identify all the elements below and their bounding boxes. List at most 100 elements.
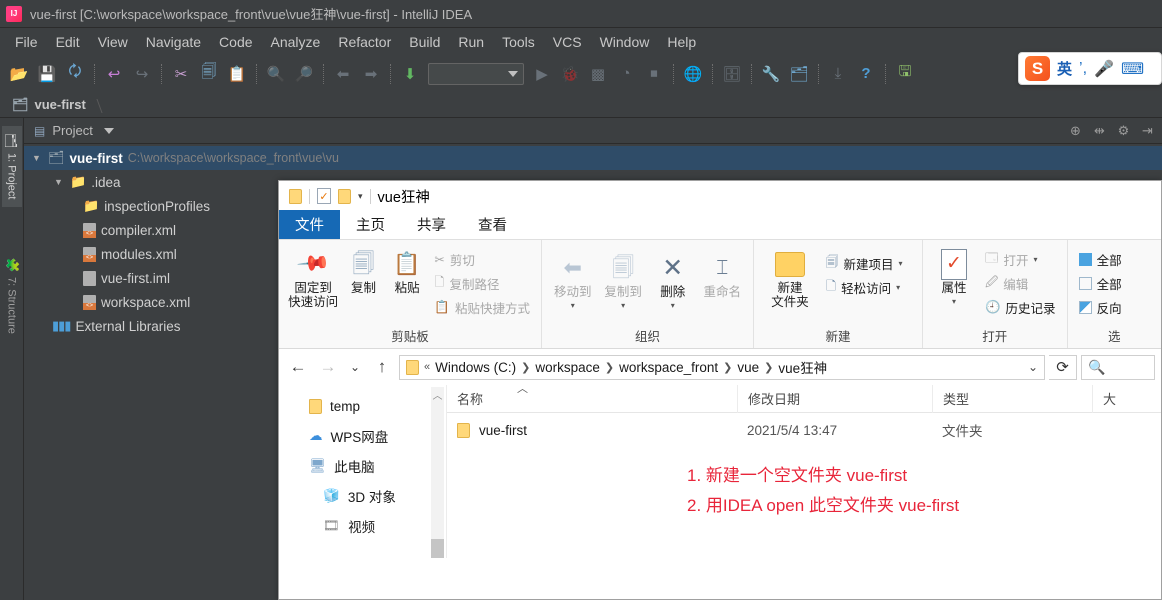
ime-mode-indicator[interactable]: 英 — [1057, 58, 1072, 79]
history-button[interactable]: 🕘 历史记录 — [981, 296, 1060, 318]
nav-item-3d-objects[interactable]: 🧊 3D 对象 — [279, 481, 446, 511]
breadcrumb-workspace[interactable]: workspace — [535, 360, 600, 375]
import-icon[interactable]: ⤓ — [825, 61, 851, 87]
stop-icon[interactable]: ⏹ — [641, 61, 667, 87]
delete-button[interactable]: ✕ 删除 ▾ — [650, 248, 696, 313]
chevron-right-icon[interactable]: ❯ — [764, 361, 773, 374]
menu-analyze[interactable]: Analyze — [262, 31, 330, 53]
menu-refactor[interactable]: Refactor — [329, 31, 400, 53]
cut-icon[interactable]: ✂ — [168, 61, 194, 87]
paste-icon[interactable]: 📋 — [224, 61, 250, 87]
customize-caret-icon[interactable]: ▾ — [358, 191, 363, 202]
recent-locations-chevron-down-icon[interactable]: ⌄ — [345, 354, 365, 380]
properties-button[interactable]: ✓ 属性 ▾ — [930, 244, 978, 309]
scrollbar-thumb[interactable] — [431, 539, 444, 558]
sidebar-item-project[interactable]: 🗂 1: Project — [2, 126, 22, 207]
tab-home[interactable]: 主页 — [340, 210, 401, 239]
back-arrow-icon[interactable]: ← — [285, 354, 311, 380]
menu-file[interactable]: File — [6, 31, 47, 53]
chevron-right-icon[interactable]: ❯ — [723, 361, 732, 374]
menu-run[interactable]: Run — [449, 31, 493, 53]
menu-help[interactable]: Help — [658, 31, 705, 53]
table-row[interactable]: vue-first 2021/5/4 13:47 文件夹 — [447, 413, 1161, 447]
new-folder-icon[interactable] — [338, 189, 351, 204]
folder-icon[interactable] — [289, 189, 302, 204]
column-header-type[interactable]: 类型 — [932, 385, 1092, 413]
column-header-modified[interactable]: 修改日期 — [737, 385, 932, 413]
comma-icon[interactable]: ’, — [1079, 60, 1087, 78]
menu-view[interactable]: View — [89, 31, 137, 53]
nav-item-videos[interactable]: 🎞 视频 — [279, 511, 446, 541]
column-header-name[interactable]: 名称 ︿ — [447, 385, 737, 413]
scroll-up-icon[interactable]: ︿ — [431, 387, 444, 402]
settings-icon[interactable]: 🔧 — [758, 61, 784, 87]
menu-edit[interactable]: Edit — [47, 31, 89, 53]
forward-arrow-icon[interactable]: → — [315, 354, 341, 380]
profile-icon[interactable]: ◔ — [613, 61, 639, 87]
new-folder-button[interactable]: 新建 文件夹 — [761, 244, 819, 309]
chevron-right-icon[interactable]: ❯ — [521, 361, 530, 374]
locate-icon[interactable]: ⊕ — [1067, 123, 1084, 139]
chevron-down-icon[interactable]: ▼ — [52, 177, 65, 187]
invert-selection-button[interactable]: 反向 — [1075, 296, 1126, 318]
menu-navigate[interactable]: Navigate — [137, 31, 210, 53]
select-none-button[interactable]: 全部 — [1075, 272, 1126, 294]
new-item-button[interactable]: 🗐 新建项目 ▾ — [822, 252, 907, 274]
copy-icon[interactable]: 🗐 — [196, 61, 222, 87]
update-project-icon[interactable]: 🗄 — [719, 61, 745, 87]
breadcrumb-item-project[interactable]: 🗂 vue-first — [12, 97, 100, 113]
copy-button[interactable]: 🗐 复制 — [343, 244, 384, 295]
up-arrow-icon[interactable]: ↑ — [369, 354, 395, 380]
microphone-icon[interactable]: 🎤 — [1094, 59, 1114, 79]
browser-icon[interactable]: 🌐 — [680, 61, 706, 87]
chevron-down-icon[interactable] — [104, 128, 114, 134]
back-icon[interactable]: ⬅ — [330, 61, 356, 87]
run-icon[interactable]: ▶ — [529, 61, 555, 87]
open-folder-icon[interactable]: 📂 — [6, 61, 32, 87]
pin-to-quick-access-button[interactable]: 📌 固定到 快速访问 — [286, 244, 340, 309]
save-all-icon[interactable]: 💾 — [34, 61, 60, 87]
database-icon[interactable]: 🖫 — [892, 61, 918, 87]
sogou-logo-icon[interactable]: S — [1025, 56, 1050, 81]
rename-button[interactable]: ⌶ 重命名 — [699, 248, 746, 299]
menu-build[interactable]: Build — [400, 31, 449, 53]
edit-button[interactable]: 🖉 编辑 — [981, 272, 1060, 294]
forward-icon[interactable]: ➡ — [358, 61, 384, 87]
tree-node-vue-first[interactable]: ▼ 🗂 vue-first C:\workspace\workspace_fro… — [24, 146, 1162, 170]
menu-vcs[interactable]: VCS — [544, 31, 591, 53]
paste-button[interactable]: 📋 粘贴 — [387, 244, 428, 295]
sidebar-item-structure[interactable]: 🧩 7: Structure — [2, 251, 22, 342]
breadcrumb-windows-c[interactable]: Windows (C:) — [435, 360, 516, 375]
search-input[interactable]: 🔍 — [1081, 355, 1155, 380]
navigation-pane-scrollbar[interactable]: ︿ — [431, 387, 444, 558]
replace-icon[interactable]: 🔎 — [291, 61, 317, 87]
sync-icon[interactable]: 🗘 — [62, 61, 88, 87]
paste-shortcut-button[interactable]: 📋 粘贴快捷方式 — [430, 296, 534, 318]
cut-button[interactable]: ✂ 剪切 — [430, 248, 534, 270]
nav-item-temp[interactable]: temp — [279, 391, 446, 421]
find-icon[interactable]: 🔍 — [263, 61, 289, 87]
redo-icon[interactable]: ↪ — [129, 61, 155, 87]
menu-window[interactable]: Window — [591, 31, 659, 53]
select-all-button[interactable]: 全部 — [1075, 248, 1126, 270]
debug-icon[interactable]: 🐞 — [557, 61, 583, 87]
open-button[interactable]: 🗔 打开 ▾ — [981, 248, 1060, 270]
address-input[interactable]: « Windows (C:) ❯ workspace ❯ workspace_f… — [399, 355, 1045, 380]
chevron-right-icon[interactable]: ❯ — [605, 361, 614, 374]
properties-icon[interactable]: ✓ — [317, 188, 331, 204]
nav-item-wps-cloud[interactable]: ☁ WPS网盘 — [279, 421, 446, 451]
copy-path-button[interactable]: 🗋 复制路径 — [430, 272, 534, 294]
undo-icon[interactable]: ↩ — [101, 61, 127, 87]
coverage-icon[interactable]: ▩ — [585, 61, 611, 87]
tab-share[interactable]: 共享 — [401, 210, 462, 239]
tab-file[interactable]: 文件 — [279, 210, 340, 239]
project-structure-icon[interactable]: 🗂 — [786, 61, 812, 87]
refresh-icon[interactable]: ⟳ — [1049, 355, 1077, 380]
breadcrumb-vue-kuangshen[interactable]: vue狂神 — [778, 357, 827, 377]
breadcrumb-workspace-front[interactable]: workspace_front — [619, 360, 718, 375]
help-icon[interactable]: ? — [853, 61, 879, 87]
breadcrumb-vue[interactable]: vue — [737, 360, 759, 375]
address-dropdown-chevron-down-icon[interactable]: ⌄ — [1028, 360, 1038, 374]
collapse-all-icon[interactable]: ⇹ — [1091, 123, 1108, 139]
move-to-button[interactable]: ⬅ 移动到 ▾ — [549, 248, 596, 313]
